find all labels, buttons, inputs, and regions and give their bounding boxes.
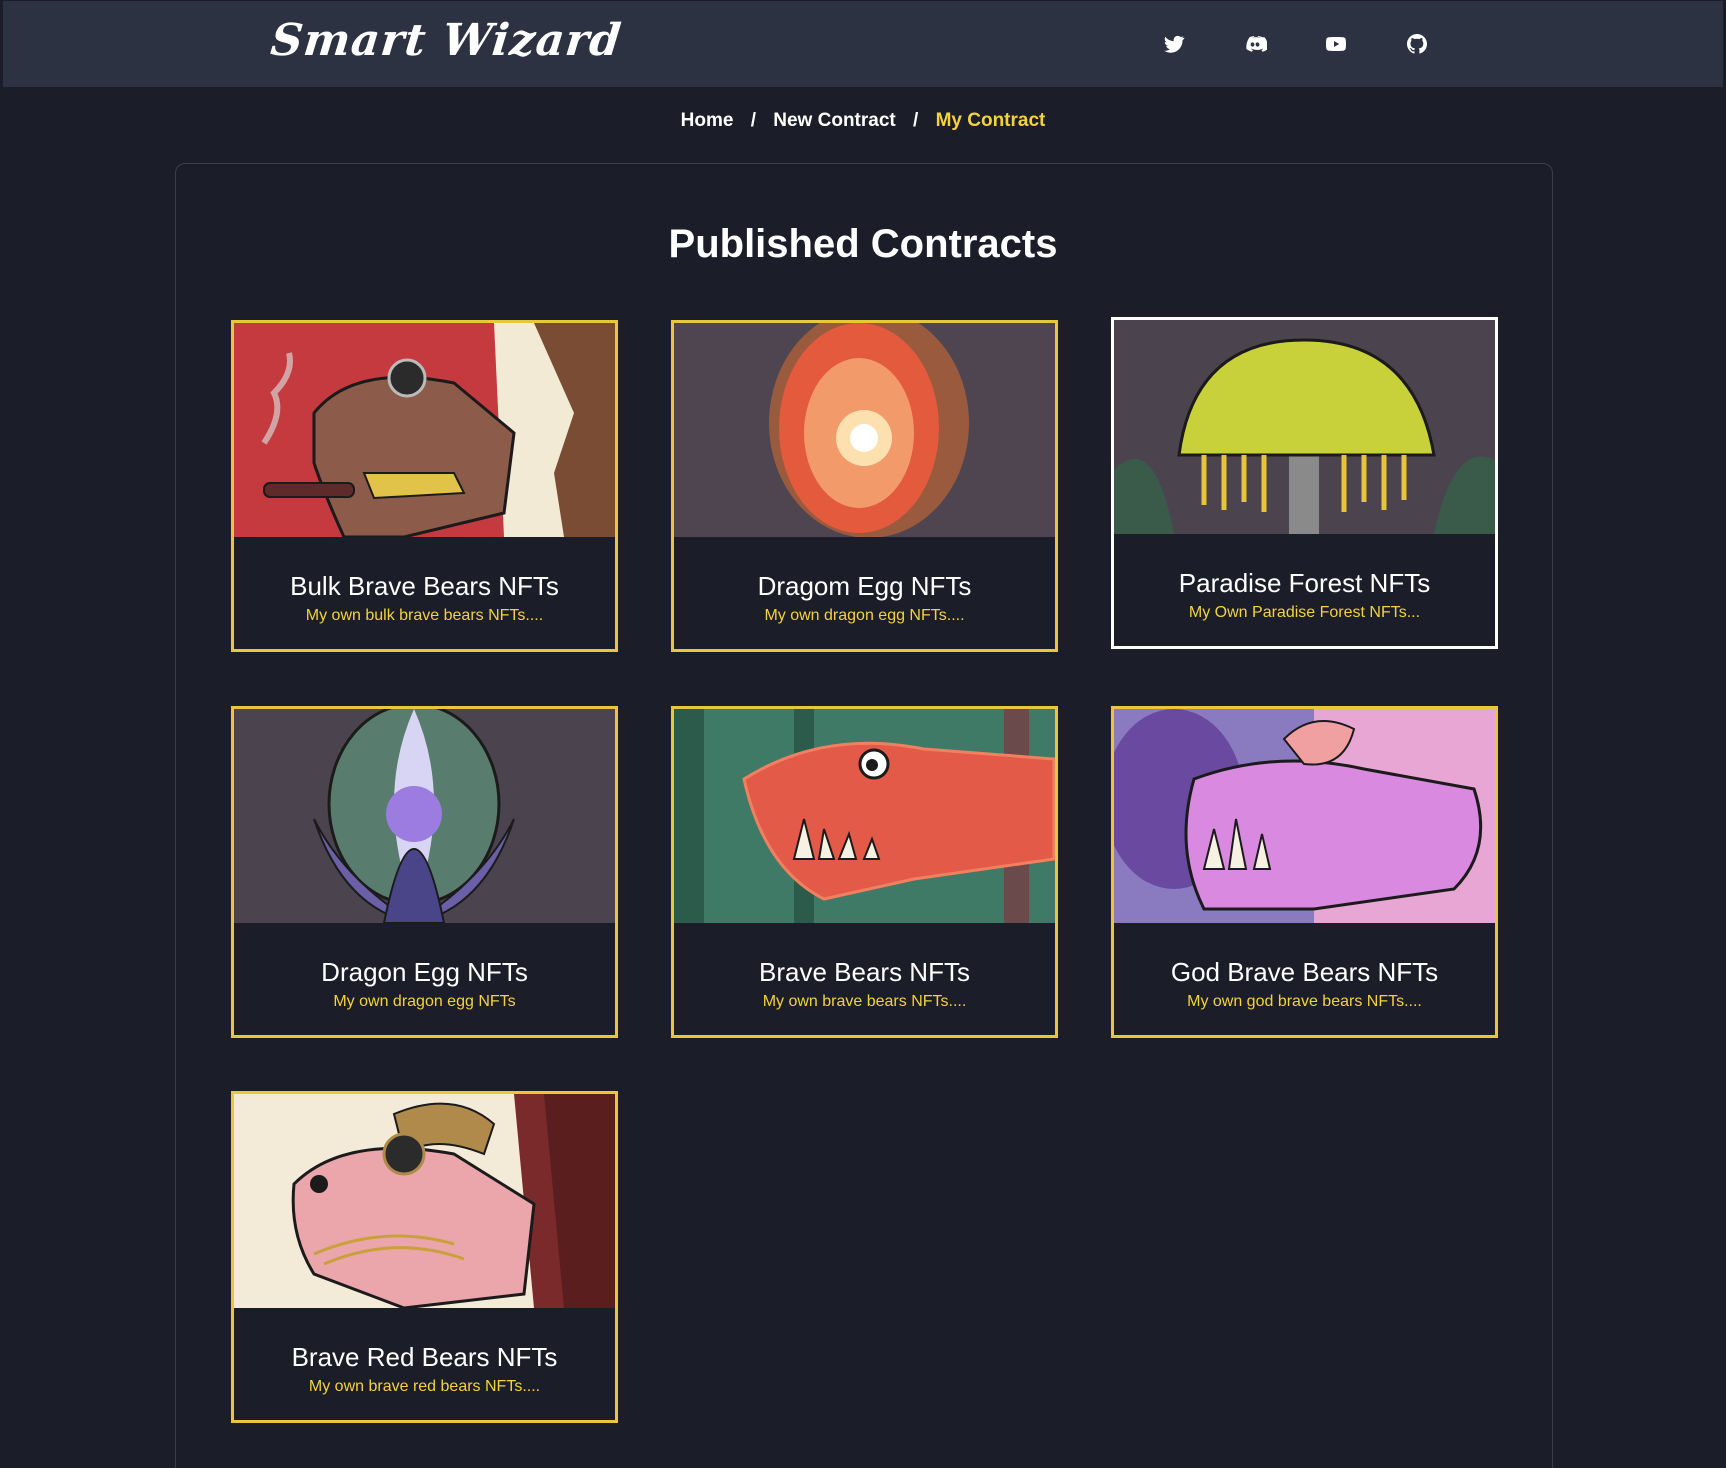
contract-card[interactable]: Brave Red Bears NFTs My own brave red be…: [231, 1091, 618, 1423]
card-title: God Brave Bears NFTs: [1170, 957, 1439, 987]
card-description: My own dragon egg NFTs....: [764, 607, 965, 624]
breadcrumb-separator: /: [913, 110, 919, 131]
nft-image: [234, 709, 615, 923]
discord-icon[interactable]: [1238, 27, 1272, 61]
contract-card[interactable]: Bulk Brave Bears NFTs My own bulk brave …: [231, 320, 618, 652]
card-description: My own god brave bears NFTs....: [1187, 993, 1422, 1010]
contract-card[interactable]: Dragon Egg NFTs My own dragon egg NFTs: [231, 706, 618, 1038]
nft-image: [1114, 709, 1495, 923]
contract-card[interactable]: Dragom Egg NFTs My own dragon egg NFTs..…: [671, 320, 1058, 652]
nft-image: [234, 1094, 615, 1308]
card-title: Brave Red Bears NFTs: [291, 1342, 558, 1372]
nft-image: [1114, 320, 1495, 534]
breadcrumb: Home / New Contract / My Contract: [0, 110, 1726, 132]
contract-card[interactable]: Brave Bears NFTs My own brave bears NFTs…: [671, 706, 1058, 1038]
card-title: Paradise Forest NFTs: [1178, 568, 1431, 598]
card-description: My Own Paradise Forest NFTs...: [1188, 604, 1421, 621]
card-description: My own brave bears NFTs....: [762, 993, 967, 1010]
top-navbar: Smart Wizard: [3, 1, 1723, 87]
github-icon[interactable]: [1400, 27, 1434, 61]
card-title: Brave Bears NFTs: [759, 957, 970, 987]
page-title: Published Contracts: [668, 222, 1058, 266]
card-title: Dragon Egg NFTs: [321, 957, 528, 987]
breadcrumb-my-contract: My Contract: [935, 110, 1046, 131]
breadcrumb-separator: /: [750, 110, 756, 131]
card-title: Bulk Brave Bears NFTs: [290, 571, 559, 601]
contract-card[interactable]: Paradise Forest NFTs My Own Paradise For…: [1111, 317, 1498, 649]
breadcrumb-new-contract[interactable]: New Contract: [773, 110, 895, 132]
logo[interactable]: Smart Wizard: [268, 15, 624, 66]
contract-card[interactable]: God Brave Bears NFTs My own god brave be…: [1111, 706, 1498, 1038]
nft-image: [674, 323, 1055, 537]
card-description: My own dragon egg NFTs: [333, 993, 516, 1010]
twitter-icon[interactable]: [1157, 27, 1191, 61]
youtube-icon[interactable]: [1319, 27, 1353, 61]
nft-image: [234, 323, 615, 537]
card-description: My own brave red bears NFTs....: [308, 1378, 541, 1395]
card-title: Dragom Egg NFTs: [757, 571, 972, 601]
card-description: My own bulk brave bears NFTs....: [305, 607, 544, 624]
breadcrumb-home[interactable]: Home: [681, 110, 734, 132]
nft-image: [674, 709, 1055, 923]
